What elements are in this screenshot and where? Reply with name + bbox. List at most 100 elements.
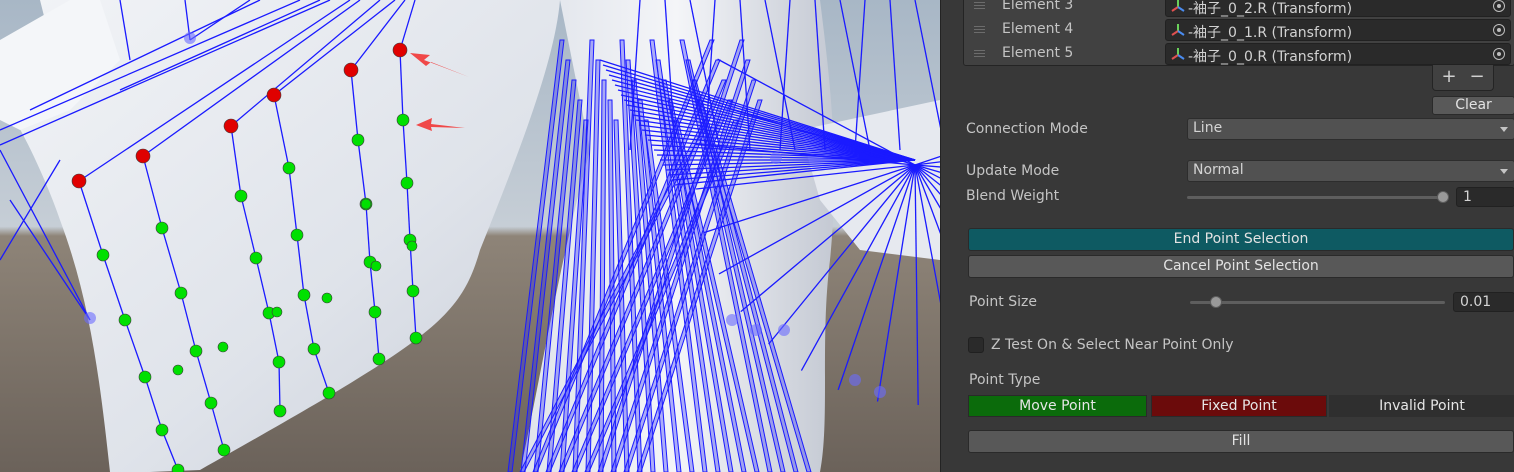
connection-mode-label: Connection Mode xyxy=(966,121,1088,137)
fixed-point xyxy=(343,62,359,78)
moving-point xyxy=(409,331,423,345)
moving-point xyxy=(282,161,296,175)
moving-point xyxy=(217,341,229,353)
object-picker-icon[interactable] xyxy=(1493,0,1505,12)
point-type-label: Point Type xyxy=(969,372,1041,388)
list-row-element-3[interactable]: Element 3 -袖子_0_2.R (Transform) xyxy=(964,0,1514,18)
point-size-slider-thumb[interactable] xyxy=(1209,296,1222,308)
fixed-point xyxy=(266,87,282,103)
object-picker-icon[interactable] xyxy=(1493,48,1505,60)
element-label: Element 4 xyxy=(1002,21,1074,37)
moving-point xyxy=(96,248,110,262)
moving-point xyxy=(396,113,410,127)
add-element-button[interactable]: + xyxy=(1435,66,1463,88)
point-size-label: Point Size xyxy=(969,294,1037,310)
remove-element-button[interactable]: − xyxy=(1463,66,1491,88)
transform-element-list: Element 3 -袖子_0_2.R (Transform) Element … xyxy=(963,0,1514,66)
chevron-down-icon xyxy=(1500,169,1508,174)
fixed-point-button[interactable]: Fixed Point xyxy=(1151,395,1327,417)
blend-weight-field[interactable]: 1 xyxy=(1456,187,1514,207)
move-point-button[interactable]: Move Point xyxy=(968,395,1147,417)
ghost-point xyxy=(84,312,96,324)
ztest-label: Z Test On & Select Near Point Only xyxy=(991,337,1234,353)
scene-viewport[interactable] xyxy=(0,0,940,472)
moving-point xyxy=(155,221,169,235)
moving-point xyxy=(174,286,188,300)
drag-handle-icon[interactable] xyxy=(974,2,985,9)
moving-point xyxy=(155,423,169,437)
fixed-point xyxy=(71,173,87,189)
element-label: Element 5 xyxy=(1002,45,1074,61)
object-field[interactable]: -袖子_0_0.R (Transform) xyxy=(1165,43,1511,65)
object-field[interactable]: -袖子_0_2.R (Transform) xyxy=(1165,0,1511,17)
moving-point xyxy=(372,352,386,366)
ghost-point xyxy=(184,32,196,44)
moving-point xyxy=(273,404,287,418)
moving-point xyxy=(172,364,184,376)
scene-view[interactable] xyxy=(0,0,940,472)
cancel-point-selection-button[interactable]: Cancel Point Selection xyxy=(968,255,1514,278)
ghost-point xyxy=(849,374,861,386)
inspector-panel: Element 3 -袖子_0_2.R (Transform) Element … xyxy=(940,0,1514,472)
transform-icon xyxy=(1171,24,1185,36)
chevron-down-icon xyxy=(1500,127,1508,132)
moving-point xyxy=(138,370,152,384)
list-row-element-4[interactable]: Element 4 -袖子_0_1.R (Transform) xyxy=(964,18,1514,42)
fill-button[interactable]: Fill xyxy=(968,430,1514,453)
dropdown-value: Line xyxy=(1193,120,1223,136)
point-size-slider[interactable] xyxy=(1190,301,1445,304)
moving-point xyxy=(297,288,311,302)
moving-point xyxy=(370,260,382,272)
update-mode-dropdown[interactable]: Normal xyxy=(1187,160,1514,182)
fixed-point xyxy=(223,118,239,134)
ghost-point xyxy=(726,314,738,326)
moving-point xyxy=(322,386,336,400)
moving-point xyxy=(400,176,414,190)
moving-point xyxy=(118,313,132,327)
element-label: Element 3 xyxy=(1002,0,1074,13)
moving-point xyxy=(217,443,231,457)
object-field[interactable]: -袖子_0_1.R (Transform) xyxy=(1165,19,1511,41)
object-field-value: -袖子_0_2.R (Transform) xyxy=(1188,1,1353,17)
blend-weight-slider[interactable] xyxy=(1187,196,1443,199)
ztest-checkbox[interactable] xyxy=(968,337,984,353)
fixed-point xyxy=(135,148,151,164)
object-picker-icon[interactable] xyxy=(1493,24,1505,36)
invalid-point-button[interactable]: Invalid Point xyxy=(1329,395,1514,417)
moving-point xyxy=(249,251,263,265)
moving-point xyxy=(204,396,218,410)
transform-icon xyxy=(1171,0,1185,12)
ghost-point xyxy=(874,386,886,398)
moving-point xyxy=(307,342,321,356)
object-field-value: -袖子_0_1.R (Transform) xyxy=(1188,25,1353,41)
connection-mode-dropdown[interactable]: Line xyxy=(1187,118,1514,140)
moving-point xyxy=(360,198,372,210)
moving-point xyxy=(189,344,203,358)
ghost-point xyxy=(750,324,762,336)
update-mode-label: Update Mode xyxy=(966,163,1060,179)
object-field-value: -袖子_0_0.R (Transform) xyxy=(1188,49,1353,65)
end-point-selection-button[interactable]: End Point Selection xyxy=(968,228,1514,251)
moving-point xyxy=(406,284,420,298)
fixed-point xyxy=(392,42,408,58)
moving-point xyxy=(351,133,365,147)
drag-handle-icon[interactable] xyxy=(974,50,985,57)
clear-button[interactable]: Clear xyxy=(1432,96,1514,115)
point-size-field[interactable]: 0.01 xyxy=(1453,292,1514,312)
moving-point xyxy=(406,240,418,252)
moving-point xyxy=(290,228,304,242)
moving-point xyxy=(272,355,286,369)
transform-icon xyxy=(1171,48,1185,60)
blend-weight-label: Blend Weight xyxy=(966,188,1060,204)
dropdown-value: Normal xyxy=(1193,162,1244,178)
ghost-point xyxy=(778,324,790,336)
moving-point xyxy=(271,306,283,318)
ghost-point xyxy=(770,152,782,164)
blend-weight-slider-thumb[interactable] xyxy=(1437,191,1449,203)
list-add-remove-footer: + − xyxy=(1432,65,1494,91)
moving-point xyxy=(234,189,248,203)
moving-point xyxy=(321,292,333,304)
moving-point xyxy=(368,305,382,319)
drag-handle-icon[interactable] xyxy=(974,26,985,33)
list-row-element-5[interactable]: Element 5 -袖子_0_0.R (Transform) xyxy=(964,42,1514,66)
